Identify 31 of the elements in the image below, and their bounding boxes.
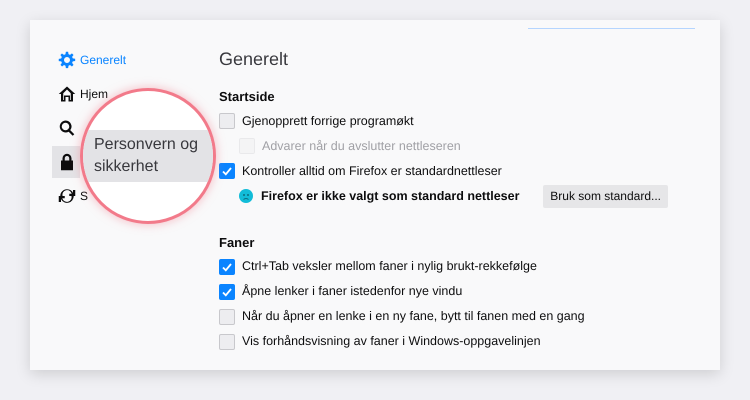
gear-icon — [58, 51, 76, 69]
checkmark-icon — [221, 260, 233, 272]
checkbox[interactable] — [219, 258, 235, 274]
lock-icon — [58, 153, 76, 171]
search-icon — [58, 119, 76, 137]
checkbox[interactable] — [219, 284, 235, 300]
checkmark-icon — [221, 165, 233, 177]
section-heading: Faner — [219, 234, 256, 252]
sidebar-item[interactable]: Hjem — [52, 78, 110, 110]
checkbox-label: Når du åpner en lenke i en ny fane, bytt til fanen med en gang — [242, 308, 585, 326]
checkbox-label: Åpne lenker i faner istedenfor nye vindu — [242, 283, 462, 300]
magnified-sidebar-item: Personvern og sikkerhet — [83, 130, 213, 182]
home-icon — [58, 85, 76, 103]
section-heading: Startside — [219, 88, 276, 106]
checkbox-label: Advarer når du avslutter nettleseren — [262, 138, 461, 155]
checkbox[interactable] — [219, 113, 235, 129]
sync-icon — [58, 187, 76, 205]
status-message: Firefox er ikke valgt som standard nettleser — [261, 188, 520, 205]
checkbox[interactable] — [219, 308, 235, 324]
checkbox-label: Kontroller alltid om Firefox er standardnettleser — [242, 162, 502, 180]
checkbox-label: Ctrl+Tab veksler mellom faner i nylig brukt-rekkefølge — [242, 258, 537, 276]
sidebar-item[interactable] — [52, 146, 80, 178]
page-title: Generelt — [219, 48, 290, 71]
sidebar-item[interactable]: S — [52, 180, 90, 212]
checkmark-icon — [221, 286, 233, 298]
set-default-button[interactable]: Bruk som standard... — [543, 184, 668, 208]
checkbox[interactable] — [219, 334, 235, 350]
sad-face-icon — [239, 189, 253, 203]
checkbox[interactable] — [219, 163, 235, 179]
checkbox-label: Vis forhåndsvisning av faner i Windows-oppgavelinjen — [242, 333, 541, 350]
checkbox-label: Gjenopprett forrige programøkt — [242, 112, 414, 130]
